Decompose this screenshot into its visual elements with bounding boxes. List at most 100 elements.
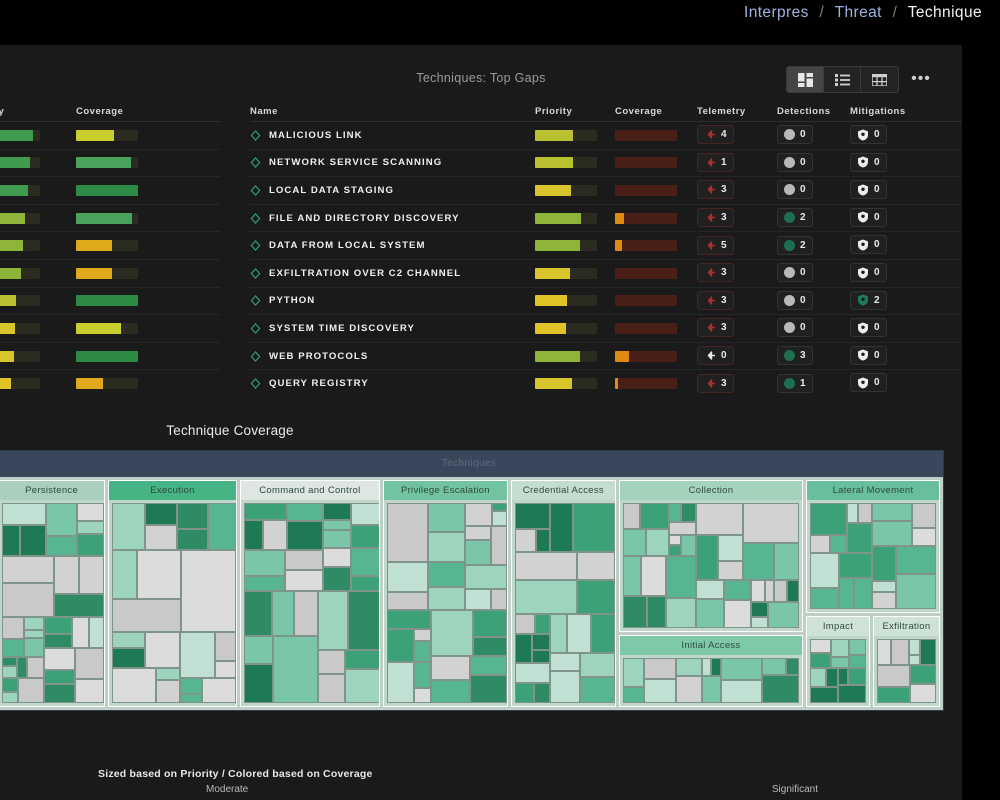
treemap-body[interactable]: Persistence Execution Command and Control P… <box>0 477 943 710</box>
treemap-cell[interactable] <box>470 656 507 675</box>
treemap-cell[interactable] <box>243 520 263 550</box>
treemap-cell[interactable] <box>829 535 847 553</box>
treemap-cell[interactable] <box>895 574 936 609</box>
treemap-cell[interactable] <box>145 503 178 525</box>
cell-name[interactable]: QUERY REGISTRY <box>250 378 535 389</box>
detections-chip[interactable]: 2 <box>777 235 813 255</box>
treemap-cell[interactable] <box>750 602 768 617</box>
treemap-cell[interactable] <box>492 511 507 526</box>
treemap-cell[interactable] <box>830 657 849 668</box>
treemap-cell[interactable] <box>215 661 236 678</box>
treemap-cell[interactable] <box>846 503 858 523</box>
treemap-cell[interactable] <box>871 546 896 581</box>
cell-name[interactable]: SYSTEM TIME DISCOVERY <box>250 323 535 334</box>
treemap-cell[interactable] <box>428 503 466 532</box>
treemap-cell[interactable] <box>919 639 936 665</box>
telemetry-chip[interactable]: 3 <box>697 318 734 338</box>
treemap-cell[interactable] <box>2 639 24 657</box>
treemap-cell[interactable] <box>2 583 54 617</box>
treemap-cell[interactable] <box>622 658 644 687</box>
table-row[interactable] <box>0 121 220 149</box>
detections-chip[interactable]: 0 <box>777 152 813 172</box>
telemetry-chip[interactable]: 0 <box>697 346 734 366</box>
telemetry-chip[interactable]: 5 <box>697 235 734 255</box>
telemetry-chip[interactable]: 1 <box>697 152 734 172</box>
table-row[interactable]: MALICIOUS LINK 4 0 0 <box>250 121 962 149</box>
treemap-cell[interactable] <box>387 610 432 629</box>
treemap-cell[interactable] <box>717 561 743 580</box>
treemap-cell[interactable] <box>414 629 432 641</box>
treemap-cell[interactable] <box>701 658 711 676</box>
mitigations-chip[interactable]: 0 <box>850 207 887 227</box>
treemap-cell[interactable] <box>322 520 351 530</box>
treemap-cell[interactable] <box>809 588 839 609</box>
cell-name[interactable]: MALICIOUS LINK <box>250 130 535 141</box>
treemap-tactic-initial-access[interactable]: Initial Access <box>618 635 803 707</box>
telemetry-chip[interactable]: 3 <box>697 180 734 200</box>
column-header-name[interactable]: Name <box>250 106 535 117</box>
treemap-cell[interactable] <box>2 657 17 666</box>
mitigations-chip[interactable]: 0 <box>850 318 887 338</box>
treemap-cell[interactable] <box>825 668 838 687</box>
treemap-cell[interactable] <box>871 503 912 521</box>
treemap-cell[interactable] <box>112 668 157 703</box>
treemap-cell[interactable] <box>44 617 72 634</box>
treemap-cell[interactable] <box>473 610 507 637</box>
treemap-cell[interactable] <box>112 550 138 599</box>
treemap-cell[interactable] <box>675 676 702 703</box>
treemap-cell[interactable] <box>701 676 721 703</box>
treemap-cell[interactable] <box>710 658 721 676</box>
treemap-cell[interactable] <box>387 662 415 703</box>
list-view-button[interactable] <box>824 67 861 92</box>
mitigations-chip[interactable]: 2 <box>850 290 887 310</box>
treemap-cell[interactable] <box>572 503 615 552</box>
treemap-cell[interactable] <box>809 503 847 535</box>
treemap-cell[interactable] <box>431 610 474 656</box>
treemap-cell[interactable] <box>350 503 380 525</box>
treemap-cell[interactable] <box>809 553 839 588</box>
column-header-detections[interactable]: Detections <box>777 106 850 117</box>
treemap-cell[interactable] <box>181 550 236 632</box>
treemap-cell[interactable] <box>838 553 872 578</box>
treemap-cell[interactable] <box>837 668 848 685</box>
detections-chip[interactable]: 1 <box>777 373 813 393</box>
treemap-cell[interactable] <box>576 580 615 614</box>
treemap-cell[interactable] <box>876 639 891 665</box>
treemap-cell[interactable] <box>514 634 532 663</box>
treemap-cell[interactable] <box>534 614 550 634</box>
treemap-cell[interactable] <box>112 503 146 550</box>
treemap-cell[interactable] <box>208 503 236 550</box>
column-header-priority[interactable]: Priority <box>535 106 615 117</box>
breadcrumb-root[interactable]: Interpres <box>744 4 809 21</box>
treemap-cell[interactable] <box>830 639 849 657</box>
treemap-cell[interactable] <box>908 639 920 655</box>
treemap-cell[interactable] <box>2 525 20 556</box>
treemap-cell[interactable] <box>44 684 75 703</box>
treemap-cell[interactable] <box>514 683 534 703</box>
treemap-cell[interactable] <box>549 671 580 703</box>
table-row[interactable]: LOCAL DATA STAGING 3 0 0 <box>250 176 962 204</box>
treemap-cell[interactable] <box>387 503 429 562</box>
detections-chip[interactable]: 0 <box>777 125 813 145</box>
treemap-cell[interactable] <box>18 678 44 703</box>
treemap-cell[interactable] <box>590 614 615 653</box>
treemap-tactic-credential-access[interactable]: Credential Access <box>510 480 616 707</box>
treemap-cell[interactable] <box>414 662 432 688</box>
table-row[interactable]: FILE AND DIRECTORY DISCOVERY 3 2 0 <box>250 203 962 232</box>
treemap-cell[interactable] <box>531 650 550 663</box>
treemap-cell[interactable] <box>785 658 799 675</box>
treemap-cell[interactable] <box>89 617 104 648</box>
treemap-cell[interactable] <box>622 596 647 628</box>
treemap-cell[interactable] <box>414 688 432 703</box>
treemap-tactic-collection[interactable]: Collection <box>618 480 803 632</box>
treemap-cell[interactable] <box>322 567 351 591</box>
cell-name[interactable]: EXFILTRATION OVER C2 CHANNEL <box>250 268 535 279</box>
view-toggle-group[interactable] <box>786 66 899 93</box>
treemap-cell[interactable] <box>2 678 18 692</box>
treemap-cell[interactable] <box>668 503 681 522</box>
treemap-cell[interactable] <box>622 687 644 703</box>
treemap-cell[interactable] <box>322 503 351 520</box>
treemap-cell[interactable] <box>549 614 567 653</box>
treemap-cell[interactable] <box>72 617 89 648</box>
treemap-cell[interactable] <box>639 503 669 529</box>
